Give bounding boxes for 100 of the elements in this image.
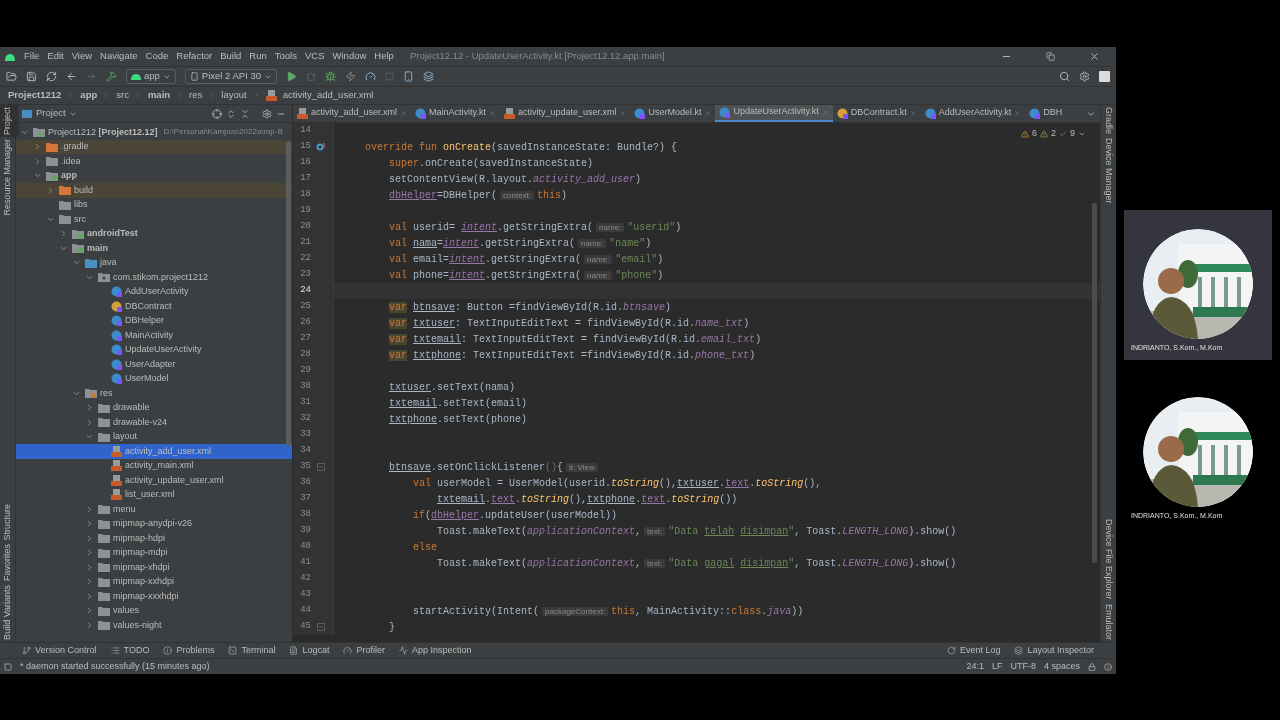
breadcrumb[interactable]: activity_add_user.xml: [282, 88, 374, 103]
scrollbar[interactable]: [286, 141, 291, 446]
close-icon[interactable]: [1089, 51, 1100, 62]
tree-item[interactable]: com.stikom.project1212: [16, 270, 292, 285]
tool-window-tab[interactable]: Resource Manager: [0, 137, 19, 218]
save-icon[interactable]: [26, 71, 37, 82]
tree-item[interactable]: activity_main.xml: [16, 458, 292, 473]
sync-icon[interactable]: [46, 71, 57, 82]
tree-item[interactable]: UpdateUserActivity: [16, 342, 292, 357]
tree-item[interactable]: drawable-v24: [16, 415, 292, 430]
breadcrumb[interactable]: res: [189, 88, 203, 103]
main-menu-entry[interactable]: Code: [145, 49, 169, 64]
caret-position[interactable]: 24:1: [966, 659, 984, 674]
tree-item[interactable]: UserAdapter: [16, 357, 292, 372]
editor-tab[interactable]: DBContract.kt: [832, 105, 921, 122]
main-menu-entry[interactable]: Tools: [274, 49, 297, 64]
tree-item[interactable]: UserModel: [16, 371, 292, 386]
editor-tab[interactable]: AddUserActivity.kt: [920, 105, 1026, 122]
back-icon[interactable]: [66, 71, 77, 82]
scrollbar[interactable]: [1092, 203, 1097, 563]
search-icon[interactable]: [1059, 71, 1070, 82]
tree-item[interactable]: AddUserActivity: [16, 284, 292, 299]
settings-icon[interactable]: [1079, 71, 1090, 82]
tree-item[interactable]: libs: [16, 197, 292, 212]
collapse-all-icon[interactable]: [240, 108, 250, 119]
tool-window-tab[interactable]: Favorites: [0, 542, 19, 584]
tree-item[interactable]: mipmap-anydpi-v26: [16, 516, 292, 531]
rerun-icon[interactable]: [306, 71, 316, 82]
panel-toggle-icon[interactable]: [4, 662, 12, 671]
tree-item[interactable]: java: [16, 255, 292, 270]
main-menu-entry[interactable]: VCS: [305, 49, 325, 64]
notifications-icon[interactable]: [1104, 662, 1112, 671]
tree-item[interactable]: res: [16, 386, 292, 401]
close-tab-icon[interactable]: [488, 109, 496, 117]
expand-all-icon[interactable]: [226, 108, 236, 119]
indent-setting[interactable]: 4 spaces: [1043, 659, 1080, 674]
tree-item[interactable]: Project1212 [Project12.12] D:\Personal\Kampus\2022a\mp-B: [16, 125, 292, 140]
main-menu-entry[interactable]: Window: [332, 49, 367, 64]
weak-warning-count[interactable]: 2: [1050, 127, 1056, 141]
tree-item[interactable]: mipmap-xxhdpi: [16, 574, 292, 589]
view-dropdown[interactable]: Project: [36, 106, 77, 121]
forward-icon[interactable]: [86, 71, 97, 82]
file-encoding[interactable]: UTF-8: [1010, 659, 1036, 674]
main-menu-entry[interactable]: Navigate: [100, 49, 138, 64]
tree-item[interactable]: values-night: [16, 618, 292, 633]
editor-tab[interactable]: UserModel.kt: [630, 105, 716, 122]
tool-window-button[interactable]: Event Log: [946, 643, 1001, 658]
close-tab-icon[interactable]: [619, 109, 627, 117]
tool-window-button[interactable]: Problems: [163, 643, 215, 658]
editor-tab[interactable]: activity_add_user.xml: [293, 105, 412, 122]
tool-window-tab[interactable]: Build Variants: [0, 583, 19, 642]
main-menu-entry[interactable]: View: [71, 49, 93, 64]
close-tab-icon[interactable]: [704, 109, 712, 117]
main-menu-entry[interactable]: Refactor: [176, 49, 213, 64]
main-menu-entry[interactable]: Build: [220, 49, 242, 64]
hammer-icon[interactable]: [106, 71, 117, 82]
breadcrumb[interactable]: app: [80, 88, 98, 103]
main-menu-entry[interactable]: Help: [374, 49, 394, 64]
editor-tab[interactable]: activity_update_user.xml: [499, 105, 631, 122]
run-config-dropdown[interactable]: app: [126, 69, 176, 84]
breadcrumb[interactable]: src: [116, 88, 129, 103]
tree-item[interactable]: src: [16, 212, 292, 227]
run-icon[interactable]: [286, 71, 297, 82]
tool-window-tab[interactable]: Emulator: [1097, 602, 1120, 642]
tree-item[interactable]: menu: [16, 502, 292, 517]
tool-window-button[interactable]: Terminal: [228, 643, 276, 658]
tree-item[interactable]: DBHelper: [16, 313, 292, 328]
breadcrumb[interactable]: main: [147, 88, 171, 103]
profile-icon[interactable]: [365, 71, 376, 82]
tree-item[interactable]: activity_update_user.xml: [16, 473, 292, 488]
tool-window-button[interactable]: App Inspection: [398, 643, 472, 658]
close-tab-icon[interactable]: [1014, 109, 1022, 117]
tree-item[interactable]: mipmap-xxxhdpi: [16, 589, 292, 604]
apply-changes-icon[interactable]: [345, 71, 356, 82]
breadcrumb[interactable]: Project1212: [8, 88, 62, 103]
tool-window-button[interactable]: Layout Inspector: [1014, 643, 1094, 658]
tree-item[interactable]: layout: [16, 429, 292, 444]
tree-item[interactable]: mipmap-xhdpi: [16, 560, 292, 575]
locate-icon[interactable]: [212, 108, 222, 119]
tool-window-tab[interactable]: Device File Explorer: [1097, 517, 1120, 602]
tree-item[interactable]: mipmap-mdpi: [16, 545, 292, 560]
tool-window-button[interactable]: Profiler: [343, 643, 385, 658]
tree-item[interactable]: main: [16, 241, 292, 256]
main-menu-entry[interactable]: Edit: [47, 49, 64, 64]
device-dropdown[interactable]: Pixel 2 API 30: [184, 69, 277, 84]
tree-item[interactable]: build: [16, 183, 292, 198]
line-separator[interactable]: LF: [991, 659, 1003, 674]
tree-item[interactable]: values: [16, 603, 292, 618]
debug-icon[interactable]: [325, 71, 336, 82]
tool-window-tab[interactable]: Project: [0, 105, 19, 137]
tree-item[interactable]: .idea: [16, 154, 292, 169]
editor-tab[interactable]: MainActivity.kt: [411, 105, 500, 122]
editor-tab[interactable]: DBH: [1025, 105, 1067, 122]
tree-item[interactable]: .gradle: [16, 139, 292, 154]
tree-item[interactable]: mipmap-hdpi: [16, 531, 292, 546]
lock-icon[interactable]: [1088, 662, 1096, 671]
tool-window-button[interactable]: Version Control: [22, 643, 97, 658]
device-manager-icon[interactable]: [403, 71, 414, 82]
tool-window-button[interactable]: Logcat: [289, 643, 330, 658]
restore-icon[interactable]: [1046, 52, 1055, 61]
